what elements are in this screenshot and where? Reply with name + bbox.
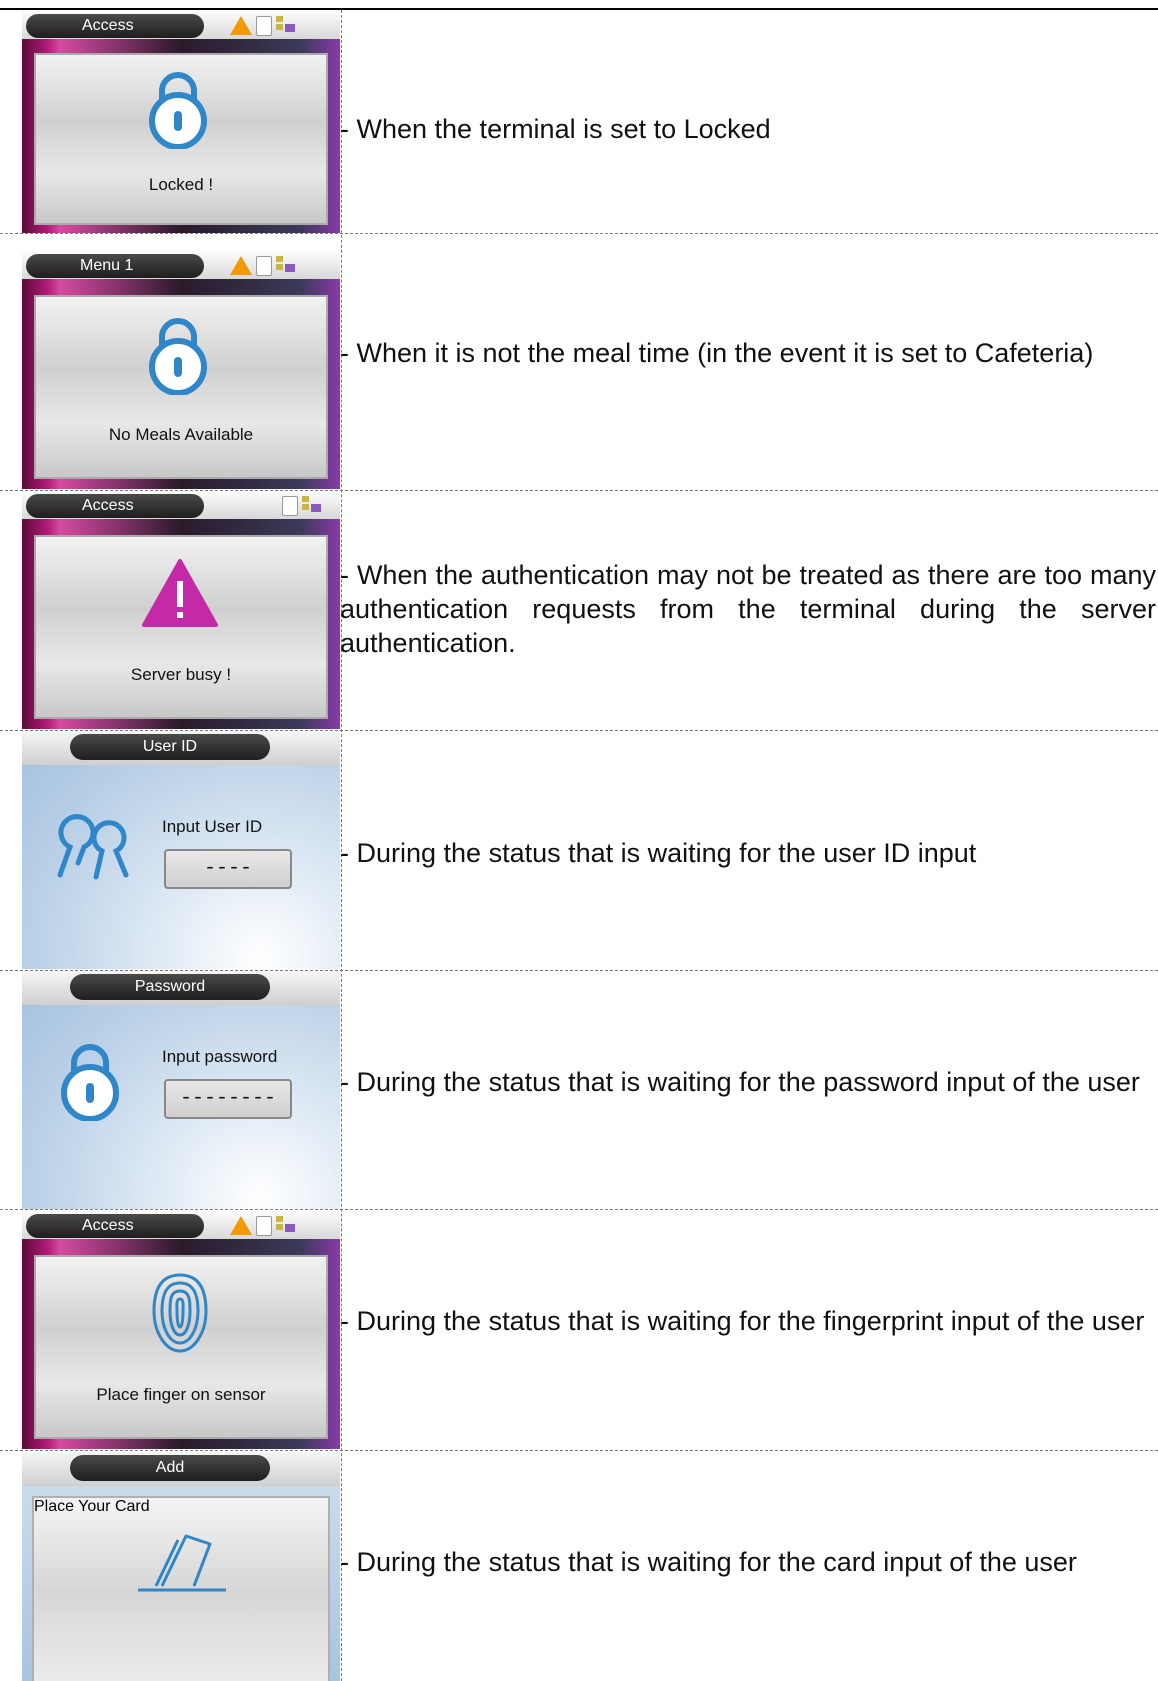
warning-icon	[230, 256, 252, 275]
screen-message: No Meals Available	[108, 425, 254, 444]
screen-title: Menu 1	[26, 254, 204, 278]
screen-panel: No Meals Available	[34, 295, 328, 479]
network-icon	[276, 256, 296, 276]
door-icon	[256, 256, 272, 276]
screen-user-id: User ID Input User ID ----	[22, 731, 340, 969]
row-description: - During the status that is waiting for …	[340, 838, 977, 868]
screen-title: Access	[26, 14, 204, 38]
fingerprint-icon	[152, 1273, 208, 1353]
warning-icon	[230, 1216, 252, 1235]
row-description: - When the terminal is set to Locked	[340, 114, 771, 144]
row-divider	[0, 1450, 1158, 1451]
lock-icon	[61, 1044, 119, 1121]
screen-fingerprint: Access Place finger on sensor	[22, 1211, 340, 1449]
screen-password: Password Input password --------	[22, 971, 340, 1209]
row-description: - During the status that is waiting for …	[340, 1306, 1145, 1336]
screen-locked: Access Locked !	[22, 11, 340, 233]
screen-panel: Place Your Card	[32, 1496, 330, 1681]
lock-icon	[149, 318, 207, 395]
warning-icon	[230, 16, 252, 35]
input-prompt: Input User ID	[162, 817, 263, 836]
screen-title: Access	[26, 1214, 204, 1238]
warning-triangle-icon	[142, 559, 218, 627]
screen-title: Password	[70, 974, 270, 1000]
status-icons	[230, 1216, 296, 1236]
screen-no-meals: Menu 1 No Meals Available	[22, 251, 340, 489]
screen-card: Add Place Your Card	[22, 1452, 340, 1681]
screen-message: Place Your Card	[34, 1498, 150, 1515]
screen-title: User ID	[70, 734, 270, 760]
row-description: - When the authentication may not be tre…	[340, 560, 1156, 658]
screen-panel: Locked !	[34, 53, 328, 225]
screen-title: Access	[26, 494, 204, 518]
screen-server-busy: Access Server busy !	[22, 491, 340, 729]
card-icon	[138, 1534, 226, 1592]
screen-message: Place finger on sensor	[96, 1385, 266, 1404]
screen-panel: Server busy !	[34, 535, 328, 719]
lock-icon	[149, 72, 207, 149]
input-prompt: Input password	[162, 1047, 278, 1066]
password-field[interactable]: --------	[164, 1079, 292, 1119]
door-icon	[256, 16, 272, 36]
users-icon	[57, 814, 129, 880]
door-icon	[256, 1216, 272, 1236]
row-divider	[0, 233, 1158, 234]
row-divider	[0, 1209, 1158, 1210]
row-description: - During the status that is waiting for …	[340, 1067, 1140, 1097]
network-icon	[276, 1216, 296, 1236]
status-icons	[230, 256, 296, 276]
screen-panel: Place finger on sensor	[34, 1255, 328, 1439]
status-icons	[230, 16, 296, 36]
status-icons	[282, 496, 322, 516]
network-icon	[302, 496, 322, 516]
screen-title: Add	[70, 1455, 270, 1481]
door-icon	[282, 496, 298, 516]
network-icon	[276, 16, 296, 36]
screen-message: Locked !	[148, 175, 214, 194]
top-rule	[0, 8, 1158, 10]
user-id-field[interactable]: ----	[164, 849, 292, 889]
row-description: - When it is not the meal time (in the e…	[340, 338, 1094, 368]
screen-message: Server busy !	[130, 665, 232, 684]
row-description: - During the status that is waiting for …	[340, 1547, 1077, 1577]
